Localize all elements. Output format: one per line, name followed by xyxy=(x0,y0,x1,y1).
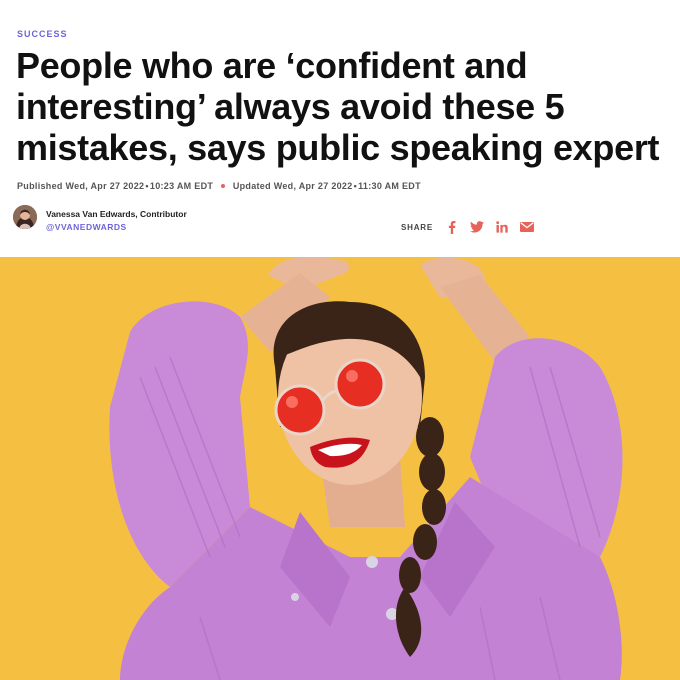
woman-in-pink-jacket-photo xyxy=(0,257,680,680)
share-bar: SHARE xyxy=(401,220,545,234)
author-handle-link[interactable]: @VVANEDWARDS xyxy=(46,222,127,232)
hero-image xyxy=(0,257,680,680)
twitter-icon[interactable] xyxy=(470,220,485,234)
published-date: Published Wed, Apr 27 2022 • 10:23 AM ED… xyxy=(17,181,214,191)
facebook-icon[interactable] xyxy=(445,220,459,234)
section-label[interactable]: SUCCESS xyxy=(17,29,68,39)
article-headline: People who are ‘confident and interestin… xyxy=(16,45,660,168)
author-name[interactable]: Vanessa Van Edwards, Contributor xyxy=(46,209,187,219)
email-icon[interactable] xyxy=(520,220,535,234)
updated-date: Updated Wed, Apr 27 2022 • 11:30 AM EDT xyxy=(232,181,421,191)
article-dates: Published Wed, Apr 27 2022 • 10:23 AM ED… xyxy=(17,181,421,191)
author-avatar[interactable] xyxy=(13,205,37,229)
date-separator-dot xyxy=(221,184,225,189)
share-label: SHARE xyxy=(401,222,434,232)
linkedin-icon[interactable] xyxy=(495,220,509,234)
